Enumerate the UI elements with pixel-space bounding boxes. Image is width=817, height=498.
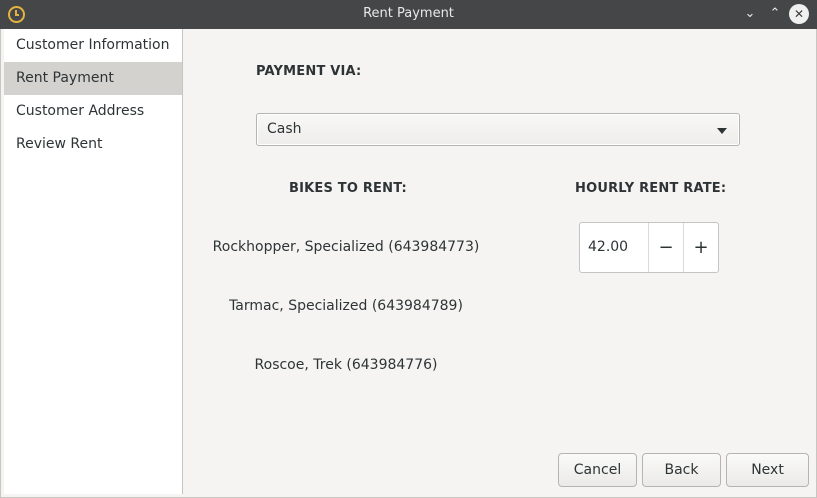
hourly-rate-input[interactable]: 42.00 xyxy=(588,239,628,255)
cancel-button[interactable]: Cancel xyxy=(558,453,637,487)
bike-list-item: Tarmac, Specialized (643984789) xyxy=(229,298,463,314)
hourly-rent-rate-label: HOURLY RENT RATE: xyxy=(575,181,727,196)
window-title: Rent Payment xyxy=(363,6,454,21)
bikes-to-rent-label: BIKES TO RENT: xyxy=(289,181,407,196)
decrement-button[interactable]: − xyxy=(648,223,683,272)
payment-method-value: Cash xyxy=(267,121,302,137)
close-icon: ✕ xyxy=(793,7,805,21)
close-button[interactable]: ✕ xyxy=(789,4,809,24)
sidebar-item-customer-address[interactable]: Customer Address xyxy=(4,95,182,128)
maximize-button[interactable]: ⌃ xyxy=(765,4,785,24)
bike-list-item: Roscoe, Trek (643984776) xyxy=(254,357,438,373)
back-button[interactable]: Back xyxy=(642,453,721,487)
bike-list-item: Rockhopper, Specialized (643984773) xyxy=(212,239,480,255)
payment-method-dropdown[interactable]: Cash xyxy=(256,113,740,146)
sidebar-item-rent-payment[interactable]: Rent Payment xyxy=(4,62,182,95)
sidebar: Customer Information Rent Payment Custom… xyxy=(4,29,183,494)
dropdown-arrow-icon xyxy=(717,128,727,134)
hourly-rate-spinner: 42.00 − + xyxy=(579,222,719,273)
minimize-button[interactable]: ⌄ xyxy=(740,4,760,24)
title-bar: Rent Payment ⌄ ⌃ ✕ xyxy=(0,0,817,29)
sidebar-item-review-rent[interactable]: Review Rent xyxy=(4,128,182,161)
sidebar-item-customer-information[interactable]: Customer Information xyxy=(4,29,182,62)
chevron-up-icon: ⌃ xyxy=(769,6,781,21)
main-content: PAYMENT VIA: Cash BIKES TO RENT: HOURLY … xyxy=(184,29,813,494)
increment-button[interactable]: + xyxy=(683,223,718,272)
chevron-down-icon: ⌄ xyxy=(744,6,756,21)
payment-via-label: PAYMENT VIA: xyxy=(256,64,362,79)
next-button[interactable]: Next xyxy=(726,453,809,487)
